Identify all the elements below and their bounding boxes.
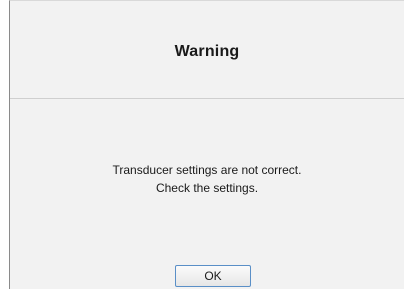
dialog-body: Transducer settings are not correct. Che… xyxy=(10,99,404,289)
message-line-2: Check the settings. xyxy=(155,181,259,195)
bottom-edge xyxy=(9,289,404,293)
dialog-header: Warning xyxy=(10,1,404,99)
warning-dialog: Warning Transducer settings are not corr… xyxy=(9,0,404,289)
ok-button[interactable]: OK xyxy=(175,265,251,287)
message-line-1: Transducer settings are not correct. xyxy=(112,163,302,177)
dialog-message: Transducer settings are not correct. Che… xyxy=(10,161,404,197)
dialog-title: Warning xyxy=(174,43,240,60)
